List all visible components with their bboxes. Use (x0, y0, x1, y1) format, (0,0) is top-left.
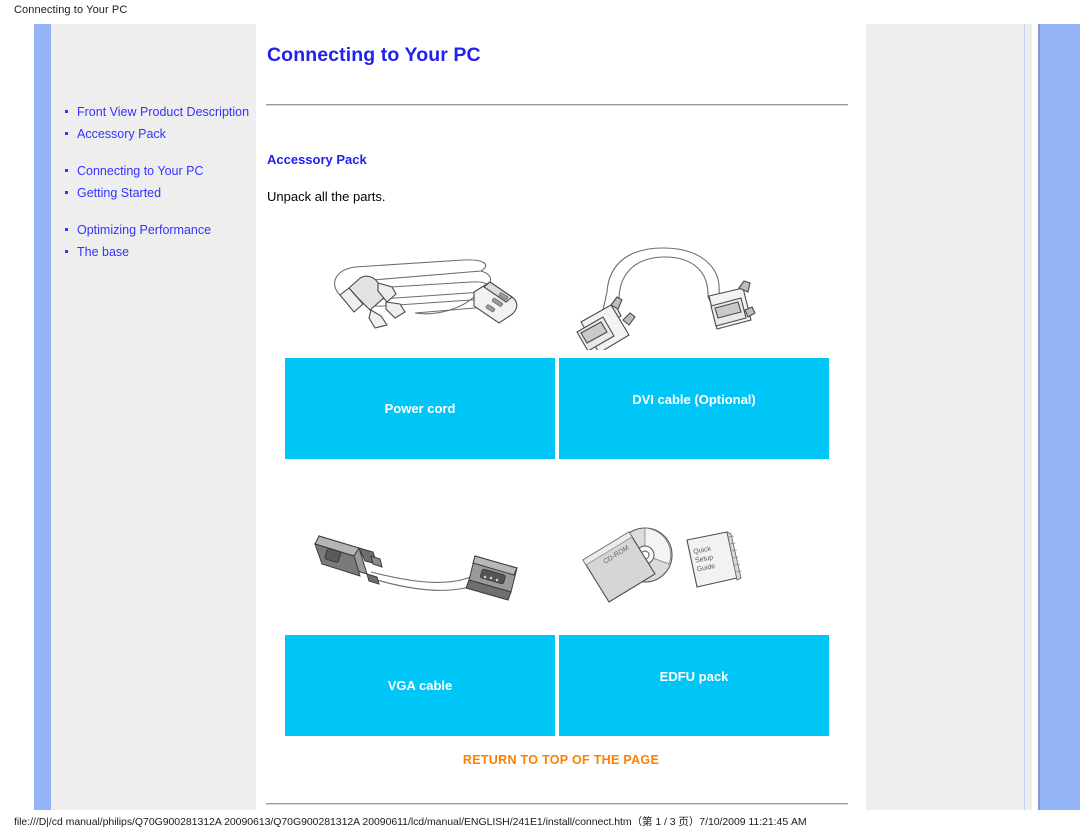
sidebar-item-optimizing-performance[interactable]: Optimizing Performance (60, 222, 250, 239)
bottom-divider (266, 803, 848, 805)
title-divider (266, 104, 848, 106)
bullet-icon (65, 250, 68, 253)
sidebar-item-accessory-pack[interactable]: Accessory Pack (60, 126, 250, 143)
sidebar-link-accessory-pack[interactable]: Accessory Pack (77, 127, 166, 141)
page-title: Connecting to Your PC (267, 44, 481, 66)
footer-status-bar: file:///D|/cd manual/philips/Q70G9002813… (14, 816, 807, 828)
bullet-icon (65, 110, 68, 113)
bullet-icon (65, 132, 68, 135)
right-accent-bar (1040, 24, 1080, 810)
vga-cable-illustration (314, 535, 518, 601)
power-cord-illustration (334, 259, 518, 329)
caption-row-1: Power cord DVI cable (Optional) (285, 358, 833, 459)
caption-vga-cable: VGA cable (285, 635, 555, 736)
edfu-pack-illustration: CD-ROM Quick Setup Guide (582, 527, 742, 603)
window-title: Connecting to Your PC (14, 4, 128, 16)
caption-vga-cable-label: VGA cable (387, 678, 453, 693)
caption-power-cord-label: Power cord (384, 401, 456, 416)
sidebar-item-connecting-to-your-pc[interactable]: Connecting to Your PC (60, 163, 250, 180)
edfu-pack-figure: CD-ROM Quick Setup Guide (559, 514, 833, 624)
sidebar-link-the-base[interactable]: The base (77, 245, 129, 259)
illustration-row-2: CD-ROM Quick Setup Guide (285, 514, 833, 624)
main-content: Connecting to Your PC Accessory Pack Unp… (256, 24, 866, 810)
return-to-top-link[interactable]: RETURN TO TOP OF THE PAGE (256, 753, 866, 767)
sidebar-link-optimizing-performance[interactable]: Optimizing Performance (77, 223, 211, 237)
sidebar-item-getting-started[interactable]: Getting Started (60, 185, 250, 202)
caption-edfu-pack: EDFU pack (559, 635, 829, 736)
sidebar-link-front-view[interactable]: Front View Product Description (77, 105, 249, 119)
caption-power-cord: Power cord (285, 358, 555, 459)
document-page: Front View Product Description Accessory… (0, 24, 1080, 810)
vga-cable-figure (285, 514, 559, 624)
caption-dvi-cable-label: DVI cable (Optional) (632, 392, 756, 407)
caption-edfu-pack-label: EDFU pack (659, 669, 729, 684)
section-heading-accessory-pack: Accessory Pack (267, 152, 367, 167)
sidebar-item-the-base[interactable]: The base (60, 244, 250, 261)
sidebar-item-front-view[interactable]: Front View Product Description (60, 104, 250, 121)
caption-row-2: VGA cable EDFU pack (285, 635, 833, 736)
left-accent-bar (34, 24, 51, 810)
illustration-row-1 (285, 240, 833, 350)
dvi-cable-figure (559, 240, 833, 350)
sidebar-link-connecting-to-your-pc[interactable]: Connecting to Your PC (77, 164, 203, 178)
bullet-icon (65, 228, 68, 231)
sidebar-link-getting-started[interactable]: Getting Started (77, 186, 161, 200)
bullet-icon (65, 191, 68, 194)
power-cord-figure (285, 240, 559, 350)
sidebar: Front View Product Description Accessory… (51, 24, 256, 810)
caption-dvi-cable: DVI cable (Optional) (559, 358, 829, 459)
bullet-icon (65, 169, 68, 172)
sidebar-nav-list: Front View Product Description Accessory… (60, 104, 250, 266)
dvi-cable-illustration (576, 247, 756, 350)
section-paragraph: Unpack all the parts. (267, 189, 386, 204)
right-vertical-rule (1024, 24, 1025, 810)
